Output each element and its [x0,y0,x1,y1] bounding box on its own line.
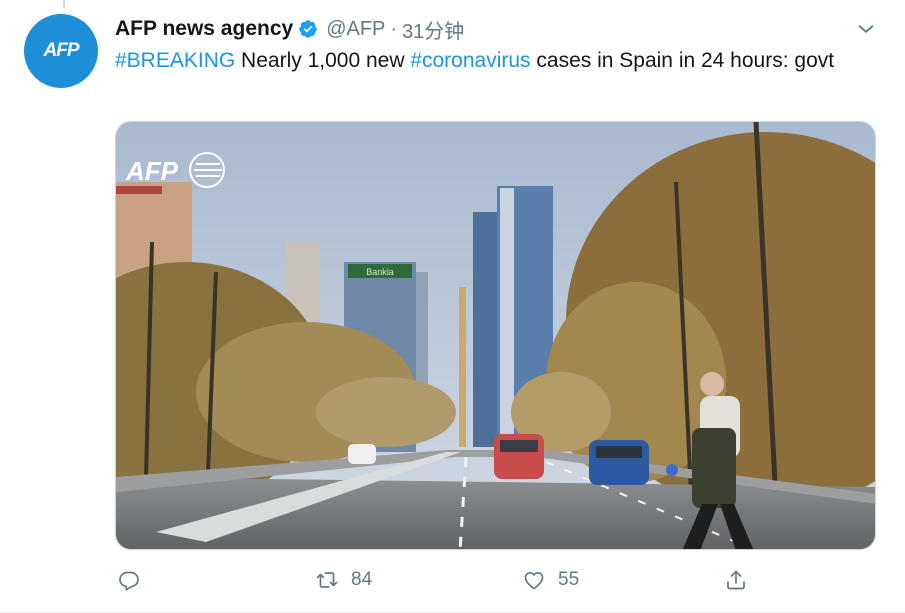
author-handle[interactable]: @AFP [326,18,385,41]
tweet[interactable]: AFP AFP news agency @AFP · 31分钟 #BREAKIN… [0,0,905,613]
share-icon [727,570,745,590]
share-button[interactable] [724,563,748,597]
afp-logo: AFP [43,40,80,61]
tweet-text-segment: Nearly 1,000 new [235,49,411,72]
retweet-button[interactable]: 84 [315,563,372,597]
white-car [348,444,376,464]
tweet-actions: 84 55 [115,563,876,597]
chevron-down-icon[interactable] [855,18,877,40]
like-button[interactable]: 55 [522,563,579,597]
tower-blue-left [473,212,497,447]
heart-icon [524,571,544,590]
obelisk [459,287,466,447]
tweet-text: #BREAKING Nearly 1,000 new #coronavirus … [115,46,875,75]
verified-badge-icon [299,20,317,38]
afp-watermark-text: AFP [125,156,179,186]
like-count: 55 [558,569,580,590]
bankia-sign: Bankia [366,267,394,277]
retweet-icon [316,572,338,588]
author-name[interactable]: AFP news agency [115,17,293,41]
tweet-header: AFP news agency @AFP · 31分钟 [115,14,464,44]
hashtag-breaking[interactable]: #BREAKING [115,49,235,72]
retweet-count: 84 [351,569,373,590]
street-photo: Bankia AFP [116,122,875,549]
timestamp[interactable]: 31分钟 [402,15,464,44]
tweet-text-segment: cases in Spain in 24 hours: govt [530,49,835,72]
avatar[interactable]: AFP [24,14,98,88]
reply-button[interactable] [117,563,153,597]
hashtag-coronavirus[interactable]: #coronavirus [410,49,530,72]
tweet-photo[interactable]: Bankia AFP [115,121,876,550]
reply-icon [119,571,139,591]
separator-dot: · [390,17,398,40]
